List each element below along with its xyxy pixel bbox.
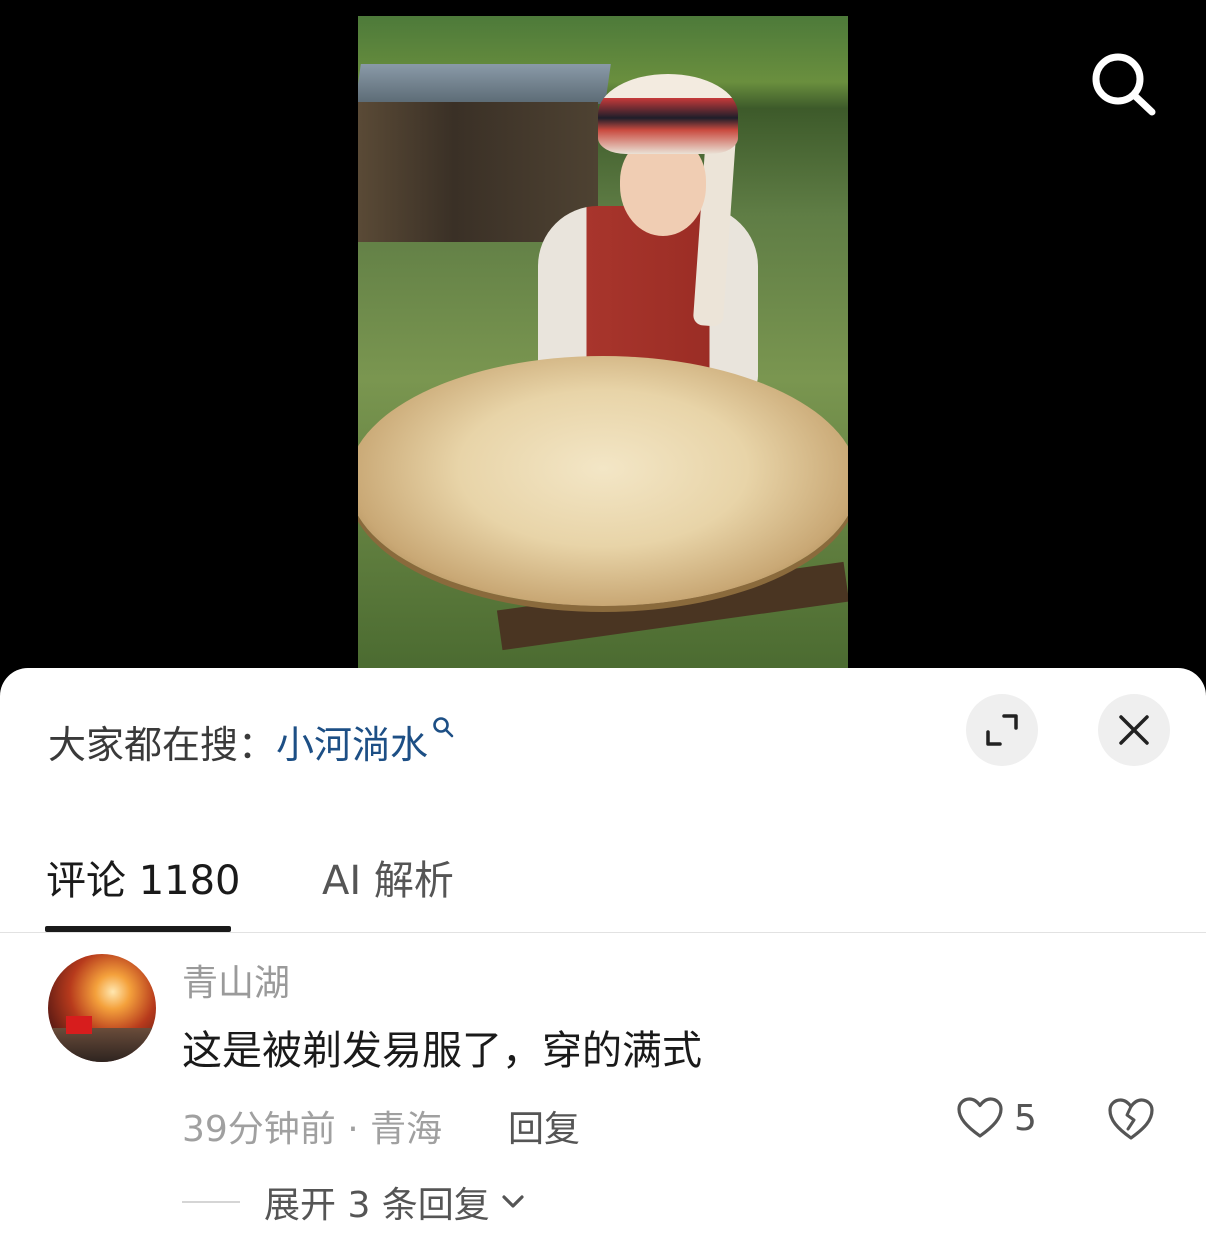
hot-search-prefix: 大家都在搜：: [48, 722, 277, 767]
small-search-icon: [433, 716, 454, 737]
chevron-down-icon: [502, 1195, 524, 1208]
close-button[interactable]: [1098, 694, 1170, 766]
comment-item: 青山湖 这是被剃发易服了，穿的满式 39分钟前 · 青海 回复 5 展开 3 条…: [0, 950, 1206, 1234]
replies-divider-line: [182, 1201, 240, 1203]
search-icon: [1092, 53, 1156, 116]
avatar[interactable]: [48, 954, 156, 1062]
video-photo[interactable]: [358, 16, 848, 676]
hot-search-term-link[interactable]: 小河淌水: [276, 714, 454, 769]
broken-heart-icon: [1108, 1098, 1154, 1140]
expand-icon: [986, 714, 1018, 746]
comment-meta: 39分钟前 · 青海: [182, 1109, 443, 1150]
heart-icon: [957, 1097, 1003, 1138]
comment-sheet: 大家都在搜： 小河淌水 评论 1180 AI 解析 青山湖 这是被剃发易服了，穿…: [0, 668, 1206, 1234]
photo-shed-roof: [358, 64, 611, 104]
like-count: 5: [1014, 1097, 1037, 1139]
tab-ai-analysis[interactable]: AI 解析: [322, 848, 454, 906]
avatar-flag: [66, 1016, 92, 1034]
reply-button[interactable]: 回复: [508, 1100, 580, 1152]
close-icon: [1119, 715, 1149, 745]
dislike-button[interactable]: [1106, 1096, 1156, 1146]
tab-comments[interactable]: 评论 1180: [46, 848, 241, 906]
search-button[interactable]: [1088, 50, 1158, 116]
hot-search-bar: 大家都在搜： 小河淌水: [48, 714, 454, 769]
comment-text: 这是被剃发易服了，穿的满式: [182, 1028, 702, 1074]
active-tab-indicator: [45, 926, 231, 932]
sheet-tabs: 评论 1180 AI 解析: [0, 838, 1206, 933]
expand-button[interactable]: [966, 694, 1038, 766]
comment-username[interactable]: 青山湖: [182, 954, 290, 1006]
avatar-wall: [48, 1028, 156, 1062]
expand-replies-button[interactable]: 展开 3 条回复: [182, 1176, 526, 1228]
like-button[interactable]: 5: [956, 1096, 1037, 1140]
expand-replies-label: 展开 3 条回复: [264, 1185, 490, 1226]
photo-headdress: [598, 74, 738, 154]
photo-basket: [358, 356, 848, 606]
hot-search-term: 小河淌水: [276, 722, 429, 767]
